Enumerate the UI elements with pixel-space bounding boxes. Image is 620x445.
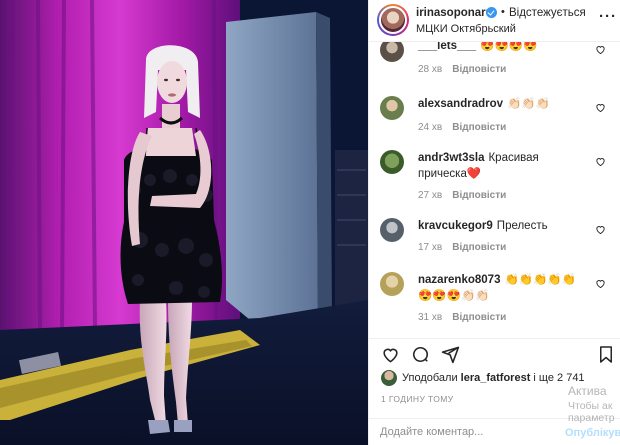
comment-time: 17 хв <box>418 242 443 253</box>
like-heart-icon[interactable] <box>595 278 606 289</box>
like-heart-icon[interactable] <box>595 156 606 167</box>
comment-meta: 31 хв Відповісти <box>418 312 506 323</box>
post-location[interactable]: МЦКИ Октябрьский <box>416 23 516 35</box>
author-username[interactable]: irinasoponaru <box>416 7 493 19</box>
reply-button[interactable]: Відповісти <box>452 312 506 323</box>
separator-dot: • <box>501 6 505 18</box>
post-actions-bar <box>369 338 620 368</box>
share-paper-plane-icon[interactable] <box>441 345 460 364</box>
likes-summary: Уподобали lera_fatforest і ще 2 741 <box>369 368 620 390</box>
reply-button[interactable]: Відповісти <box>452 64 506 75</box>
post-photo[interactable] <box>0 0 368 445</box>
post-image <box>0 0 368 445</box>
commenter-username[interactable]: alexsandradrov <box>418 98 503 110</box>
post-header: irinasoponaru • Відстежується МЦКИ Октяб… <box>369 0 620 42</box>
commenter-username[interactable]: ___lets___ <box>418 42 476 52</box>
comment-content: 👏🏻👏🏻👏🏻 <box>507 98 550 110</box>
post-sidebar: irinasoponaru • Відстежується МЦКИ Октяб… <box>368 0 620 445</box>
comment-content: Прелесть <box>496 220 548 232</box>
like-heart-icon[interactable] <box>381 345 400 364</box>
commenter-avatar[interactable] <box>380 218 404 242</box>
verified-badge-icon <box>486 7 497 18</box>
post-timestamp[interactable]: 1 ГОДИНУ ТОМУ <box>381 394 454 404</box>
comment-time: 28 хв <box>418 64 443 75</box>
comment-bubble-icon[interactable] <box>411 345 430 364</box>
author-avatar[interactable] <box>377 4 409 36</box>
comment-meta: 24 хв Відповісти <box>418 122 506 133</box>
save-bookmark-icon[interactable] <box>597 345 615 364</box>
comment-input[interactable] <box>380 426 550 438</box>
likes-count[interactable]: і ще 2 741 <box>533 372 584 384</box>
comment-text: andr3wt3sla Красивая прическа❤️ <box>418 150 590 182</box>
commenter-avatar[interactable] <box>380 150 404 174</box>
comment-time: 31 хв <box>418 312 443 323</box>
likes-text: Уподобали lera_fatforest і ще 2 741 <box>402 372 585 384</box>
reply-button[interactable]: Відповісти <box>452 122 506 133</box>
likes-prefix: Уподобали <box>402 372 458 384</box>
commenter-username[interactable]: nazarenko8073 <box>418 274 500 286</box>
commenter-username[interactable]: kravcukegor9 <box>418 220 493 232</box>
comment-text: kravcukegor9 Прелесть <box>418 218 590 234</box>
commenter-avatar[interactable] <box>380 42 404 62</box>
comments-list[interactable]: ___lets___ 😍😍😍😍 28 хв Відповісти alexsandr… <box>369 42 620 332</box>
like-heart-icon[interactable] <box>595 44 606 55</box>
reply-button[interactable]: Відповісти <box>452 242 506 253</box>
like-heart-icon[interactable] <box>595 102 606 113</box>
reply-button[interactable]: Відповісти <box>452 190 506 201</box>
follow-status-button[interactable]: Відстежується <box>509 7 586 19</box>
publish-button[interactable]: Опублікувати <box>565 427 620 439</box>
add-comment-bar: Опублікувати <box>369 418 620 445</box>
comment-meta: 27 хв Відповісти <box>418 190 506 201</box>
comment-meta: 17 хв Відповісти <box>418 242 506 253</box>
comment-text: ___lets___ 😍😍😍😍 <box>418 42 590 54</box>
commenter-avatar[interactable] <box>380 272 404 296</box>
comment-text: nazarenko8073 👏👏👏👏👏😍😍😍👏🏻👏🏻 <box>418 272 590 304</box>
avatar-image <box>379 6 407 34</box>
like-heart-icon[interactable] <box>595 224 606 235</box>
comment-meta: 28 хв Відповісти <box>418 64 506 75</box>
more-dots-icon[interactable]: ··· <box>599 8 617 25</box>
commenter-username[interactable]: andr3wt3sla <box>418 152 484 164</box>
comment-text: alexsandradrov 👏🏻👏🏻👏🏻 <box>418 96 590 112</box>
comment-content: 😍😍😍😍 <box>480 42 538 52</box>
comment-time: 27 хв <box>418 190 443 201</box>
commenter-avatar[interactable] <box>380 96 404 120</box>
liker-username[interactable]: lera_fatforest <box>461 372 531 384</box>
comment-time: 24 хв <box>418 122 443 133</box>
liker-avatar[interactable] <box>381 370 397 386</box>
